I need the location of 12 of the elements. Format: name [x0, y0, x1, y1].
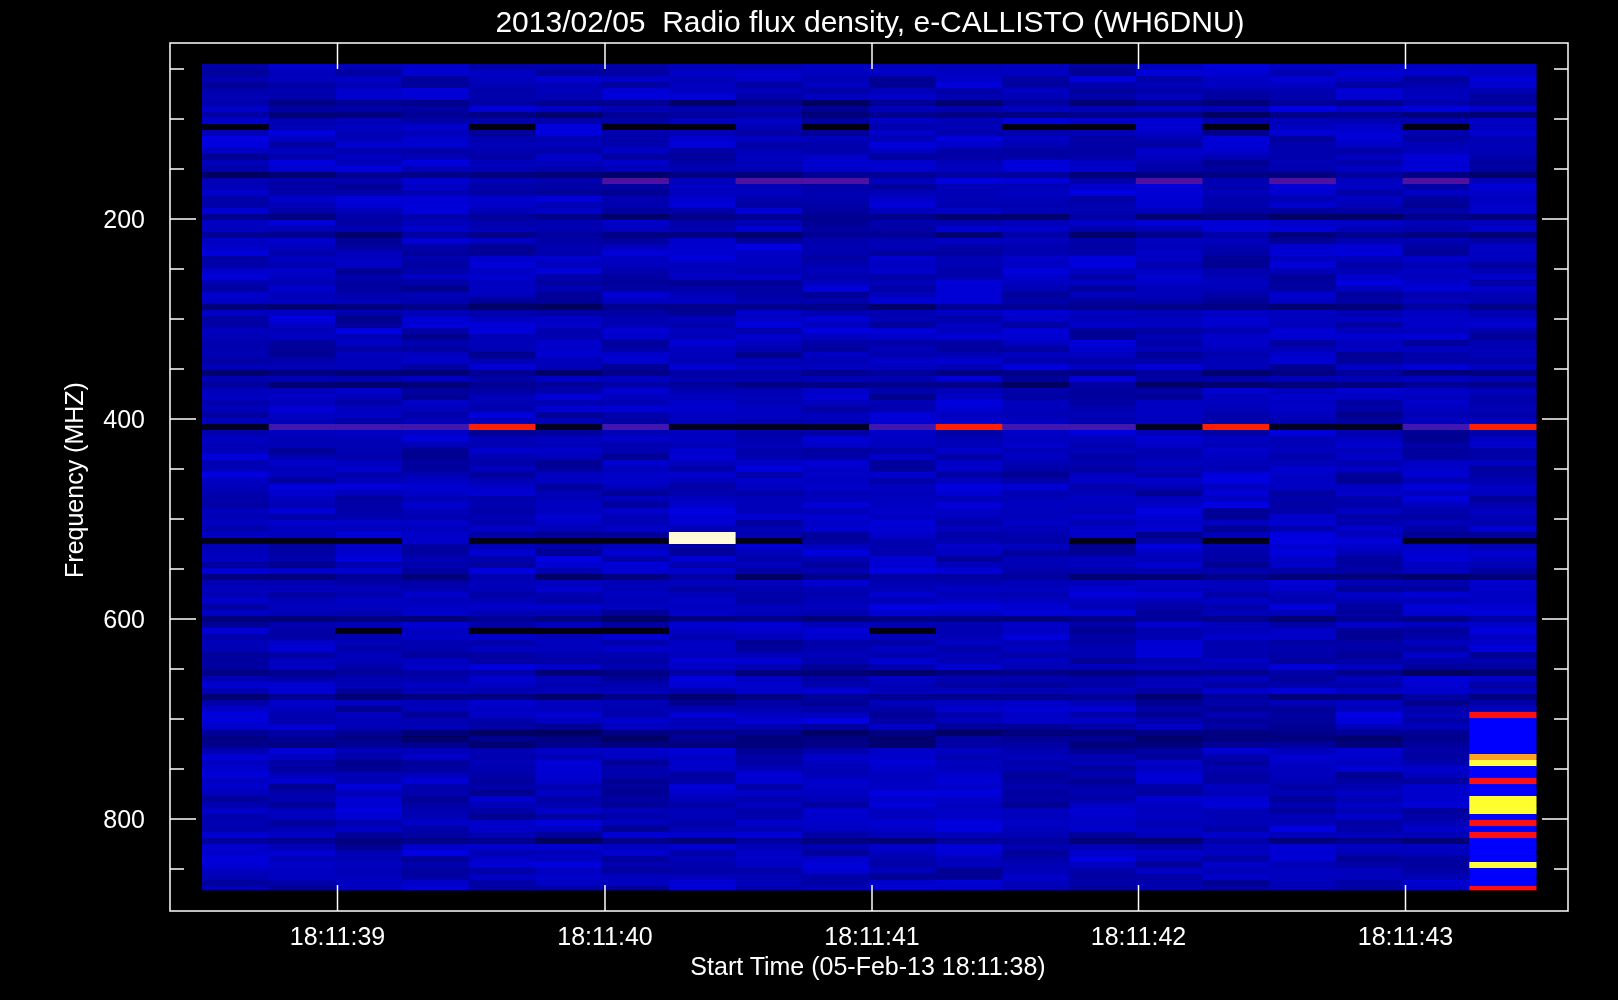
y-tick-label: 600 [103, 605, 145, 633]
y-tick-label: 200 [103, 205, 145, 233]
chart-title: 2013/02/05 Radio flux density, e-CALLISTO (WH6DNU) [495, 5, 1245, 38]
x-tick-label: 18:11:41 [824, 922, 920, 950]
x-tick-label: 18:11:42 [1090, 922, 1187, 950]
x-tick-label: 18:11:43 [1357, 922, 1454, 950]
y-axis-label: Frequency (MHZ) [60, 382, 88, 578]
x-axis-label: Start Time (05-Feb-13 18:11:38) [690, 952, 1046, 980]
y-tick-label: 400 [103, 405, 145, 433]
y-tick-label: 800 [103, 805, 145, 833]
x-tick-label: 18:11:39 [289, 922, 386, 950]
x-tick-label: 18:11:40 [557, 922, 653, 950]
